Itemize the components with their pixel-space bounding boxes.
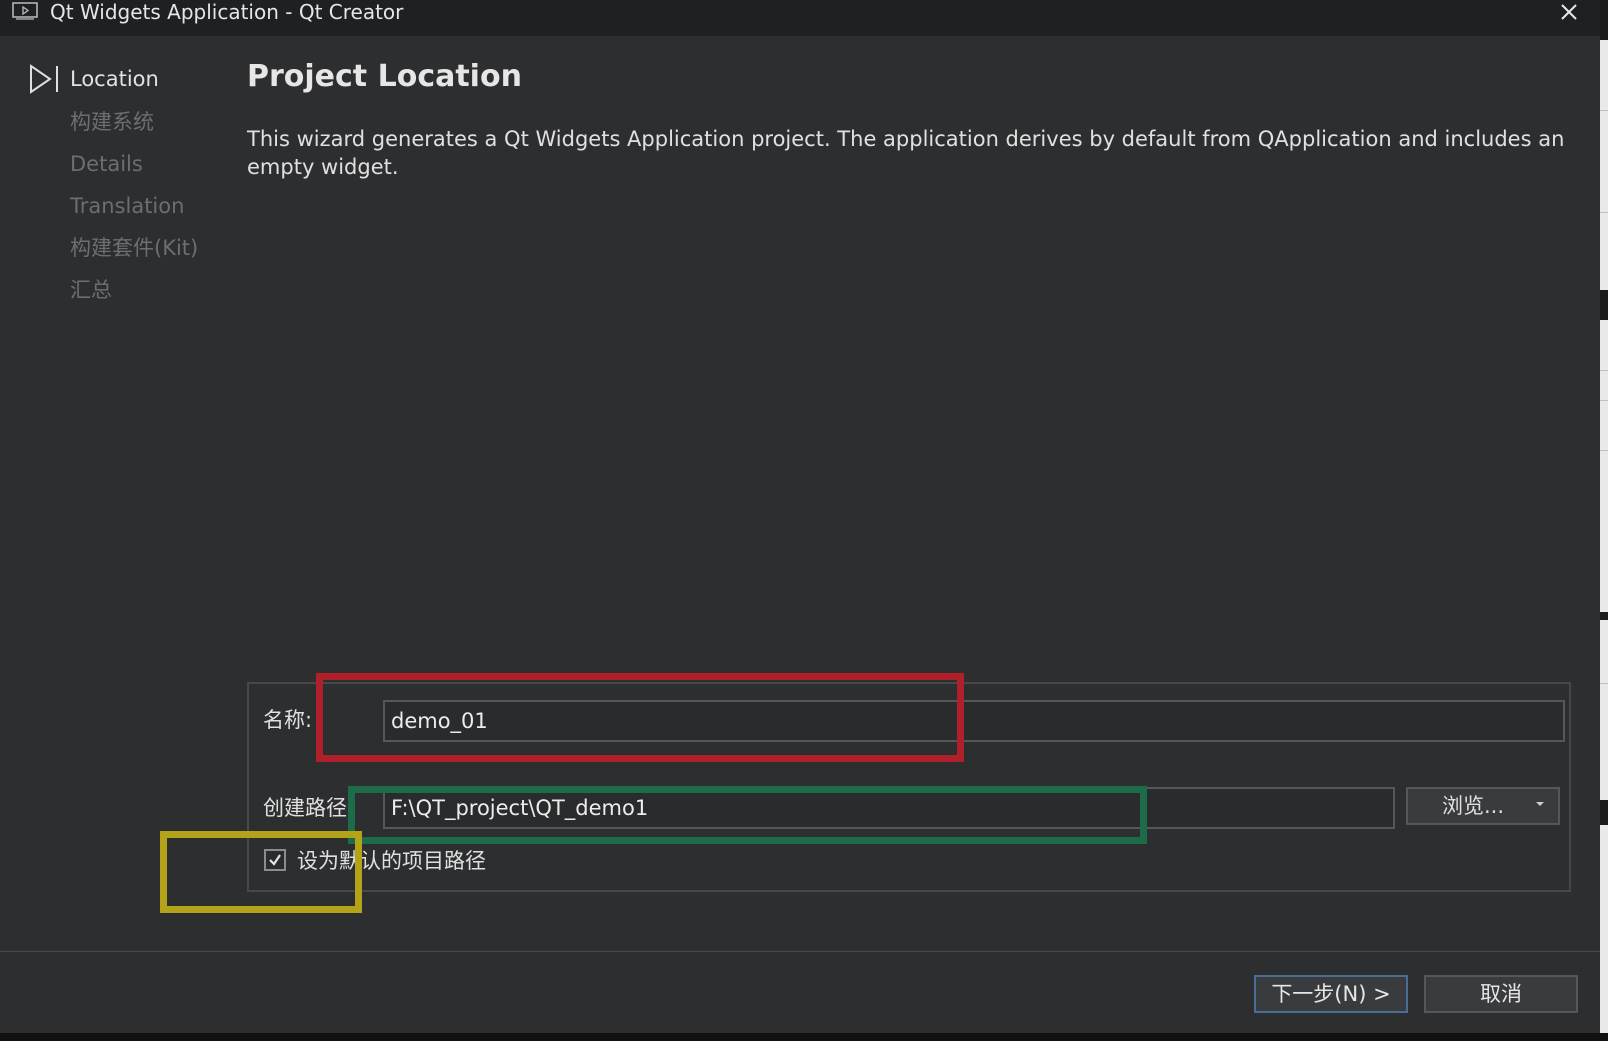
checkmark-icon — [269, 854, 281, 866]
sidebar-step-location: Location — [70, 67, 159, 91]
sidebar-step-kits: 构建套件(Kit) — [70, 236, 199, 260]
cancel-button[interactable]: 取消 — [1424, 975, 1578, 1013]
browse-button[interactable]: 浏览... — [1406, 787, 1560, 825]
default-path-checkbox-label[interactable]: 设为默认的项目路径 — [297, 847, 486, 875]
qt-creator-app-icon — [12, 2, 38, 20]
browse-button-label: 浏览... — [1442, 794, 1505, 818]
page-description: This wizard generates a Qt Widgets Appli… — [247, 127, 1565, 179]
name-label: 名称: — [263, 708, 313, 732]
window-title: Qt Widgets Application - Qt Creator — [50, 0, 404, 24]
background-window-edge-bottom — [0, 1033, 1608, 1041]
title-bar: Qt Widgets Application - Qt Creator — [0, 0, 1600, 36]
project-name-input[interactable] — [383, 700, 1565, 742]
close-icon[interactable] — [1556, 2, 1582, 24]
background-window-edge — [1600, 0, 1608, 1041]
play-step-icon — [28, 64, 60, 94]
default-path-checkbox[interactable] — [264, 849, 286, 871]
footer-separator — [0, 951, 1600, 952]
dropdown-caret-icon[interactable] — [1536, 802, 1544, 806]
sidebar-step-translation: Translation — [70, 194, 185, 218]
next-button[interactable]: 下一步(N) > — [1254, 975, 1408, 1013]
wizard-dialog: Qt Widgets Application - Qt Creator Loca… — [0, 0, 1600, 1041]
path-label: 创建路径: — [263, 796, 355, 820]
page-title: Project Location — [247, 59, 522, 94]
create-path-input[interactable] — [383, 787, 1395, 829]
sidebar-step-build-system: 构建系统 — [70, 110, 154, 134]
sidebar-step-details: Details — [70, 152, 143, 176]
sidebar-step-summary: 汇总 — [70, 278, 112, 302]
